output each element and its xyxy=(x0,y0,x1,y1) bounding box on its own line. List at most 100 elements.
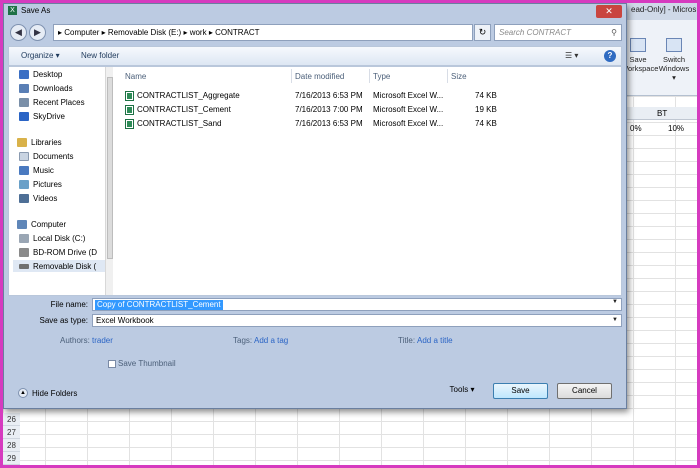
file-size: 74 KB xyxy=(475,91,497,100)
file-row[interactable]: CONTRACTLIST_Cement 7/16/2013 7:00 PM Mi… xyxy=(125,103,605,116)
hide-folders-icon[interactable]: ▲ xyxy=(18,388,28,398)
title-value[interactable]: Add a title xyxy=(417,336,453,345)
file-name-dropdown-icon[interactable]: ▼ xyxy=(612,299,618,305)
pictures-icon xyxy=(19,180,29,190)
forward-button[interactable]: ▶ xyxy=(29,24,46,41)
nav-item-label: Removable Disk ( xyxy=(33,262,97,271)
file-date: 7/16/2013 7:00 PM xyxy=(295,105,363,114)
column-name[interactable]: Name xyxy=(125,72,146,81)
breadcrumb-contract[interactable]: CONTRACT xyxy=(215,28,259,37)
nav-item-label: Desktop xyxy=(33,70,63,79)
breadcrumb-separator: ▸ xyxy=(208,28,213,37)
music-icon xyxy=(19,166,29,176)
column-divider[interactable] xyxy=(291,69,292,83)
breadcrumb-work[interactable]: work xyxy=(190,28,207,37)
nav-item-label: Downloads xyxy=(33,84,73,93)
file-date: 7/16/2013 6:53 PM xyxy=(295,119,363,128)
hide-folders-button[interactable]: Hide Folders xyxy=(32,389,77,398)
recent-places-icon xyxy=(19,98,29,108)
nav-item-music[interactable]: Music xyxy=(19,166,54,176)
nav-item-label: Documents xyxy=(33,152,74,161)
nav-item-label: BD-ROM Drive (D xyxy=(33,248,97,257)
save-thumbnail-checkbox[interactable] xyxy=(108,360,116,368)
title-label: Title: xyxy=(398,336,416,345)
file-name-input[interactable]: Copy of CONTRACTLIST_Cement ▼ xyxy=(92,298,622,311)
column-date-modified[interactable]: Date modified xyxy=(295,72,344,81)
breadcrumb-removable-disk[interactable]: Removable Disk (E:) xyxy=(108,28,181,37)
row-number[interactable]: 28 xyxy=(3,439,20,452)
nav-item-local-disk[interactable]: Local Disk (C:) xyxy=(19,234,85,244)
nav-item-documents[interactable]: Documents xyxy=(19,152,74,162)
save-button[interactable]: Save xyxy=(493,383,548,399)
excel-file-icon xyxy=(125,105,134,115)
new-folder-button[interactable]: New folder xyxy=(81,51,119,60)
tags-value[interactable]: Add a tag xyxy=(254,336,288,345)
cancel-button[interactable]: Cancel xyxy=(557,383,612,399)
authors-label: Authors: xyxy=(60,336,90,345)
column-header-bt[interactable]: BT xyxy=(657,109,667,118)
search-input[interactable]: Search CONTRACT ⚲ xyxy=(494,24,622,41)
nav-item-downloads[interactable]: Downloads xyxy=(19,84,73,94)
file-size: 19 KB xyxy=(475,105,497,114)
column-divider[interactable] xyxy=(369,69,370,83)
file-row[interactable]: CONTRACTLIST_Sand 7/16/2013 6:53 PM Micr… xyxy=(125,117,605,130)
command-toolbar: Organize ▾ New folder ☰ ▾ ? xyxy=(8,46,622,66)
view-options-icon[interactable]: ☰ ▾ xyxy=(565,51,578,60)
nav-item-desktop[interactable]: Desktop xyxy=(19,70,63,80)
cell-value[interactable]: 0% xyxy=(630,124,642,133)
nav-item-skydrive[interactable]: SkyDrive xyxy=(19,112,65,122)
help-icon[interactable]: ? xyxy=(604,50,616,62)
column-type[interactable]: Type xyxy=(373,72,390,81)
save-type-select[interactable]: Excel Workbook ▼ xyxy=(92,314,622,327)
libraries-icon xyxy=(17,138,27,148)
switch-windows-icon xyxy=(666,38,682,52)
address-bar[interactable]: ▸ Computer ▸ Removable Disk (E:) ▸ work … xyxy=(53,24,473,41)
tools-menu[interactable]: Tools ▾ xyxy=(440,383,484,399)
file-name: CONTRACTLIST_Cement xyxy=(125,105,231,115)
screen: ead-Only] - Micros Save Workspace Switch… xyxy=(3,3,697,465)
file-row[interactable]: CONTRACTLIST_Aggregate 7/16/2013 6:53 PM… xyxy=(125,89,605,102)
save-thumbnail-label[interactable]: Save Thumbnail xyxy=(118,359,176,368)
save-type-dropdown-icon[interactable]: ▼ xyxy=(612,315,618,326)
row-number[interactable]: 26 xyxy=(3,413,20,426)
nav-item-bd-rom[interactable]: BD-ROM Drive (D xyxy=(19,248,97,258)
authors-value[interactable]: trader xyxy=(92,336,113,345)
breadcrumb-computer[interactable]: Computer xyxy=(64,28,99,37)
file-list: Name Date modified Type Size CONTRACTLIS… xyxy=(115,67,621,295)
nav-item-label: Videos xyxy=(33,194,58,203)
organize-menu[interactable]: Organize ▾ xyxy=(21,51,60,60)
tags-label: Tags: xyxy=(233,336,253,345)
nav-item-libraries[interactable]: Libraries xyxy=(17,138,62,148)
row-headers: 26 27 28 29 xyxy=(3,413,20,465)
row-number[interactable]: 29 xyxy=(3,452,20,465)
tools-arrow-icon: ▾ xyxy=(470,385,475,394)
refresh-button[interactable]: ↻ xyxy=(474,24,491,41)
nav-item-pictures[interactable]: Pictures xyxy=(19,180,62,190)
search-icon[interactable]: ⚲ xyxy=(611,25,617,40)
file-type: Microsoft Excel W... xyxy=(373,119,444,128)
skydrive-icon xyxy=(19,112,29,122)
close-button[interactable]: ✕ xyxy=(596,5,622,18)
scrollbar-thumb[interactable] xyxy=(107,77,113,259)
switch-windows-button[interactable]: Switch Windows ▾ xyxy=(657,38,691,82)
cell-value[interactable]: 10% xyxy=(668,124,684,133)
nav-item-label: Music xyxy=(33,166,54,175)
nav-item-label: Libraries xyxy=(31,138,62,147)
column-divider[interactable] xyxy=(447,69,448,83)
dialog-title: X Save As xyxy=(8,6,50,16)
back-button[interactable]: ◀ xyxy=(10,24,27,41)
nav-item-removable-disk[interactable]: Removable Disk ( xyxy=(19,262,96,271)
breadcrumb-separator: ▸ xyxy=(101,28,106,37)
nav-item-videos[interactable]: Videos xyxy=(19,194,58,204)
row-number[interactable]: 27 xyxy=(3,426,20,439)
nav-item-computer[interactable]: Computer xyxy=(17,220,66,230)
column-size[interactable]: Size xyxy=(451,72,467,81)
file-name-text: CONTRACTLIST_Aggregate xyxy=(137,91,240,101)
navigation-bar: ◀ ▶ ▸ Computer ▸ Removable Disk (E:) ▸ w… xyxy=(8,22,622,44)
save-workspace-icon xyxy=(630,38,646,52)
save-form: File name: Copy of CONTRACTLIST_Cement ▼… xyxy=(8,296,622,406)
tools-label: Tools xyxy=(449,385,469,394)
downloads-icon xyxy=(19,84,29,94)
nav-item-recent-places[interactable]: Recent Places xyxy=(19,98,85,108)
nav-pane-scrollbar[interactable] xyxy=(105,67,113,295)
